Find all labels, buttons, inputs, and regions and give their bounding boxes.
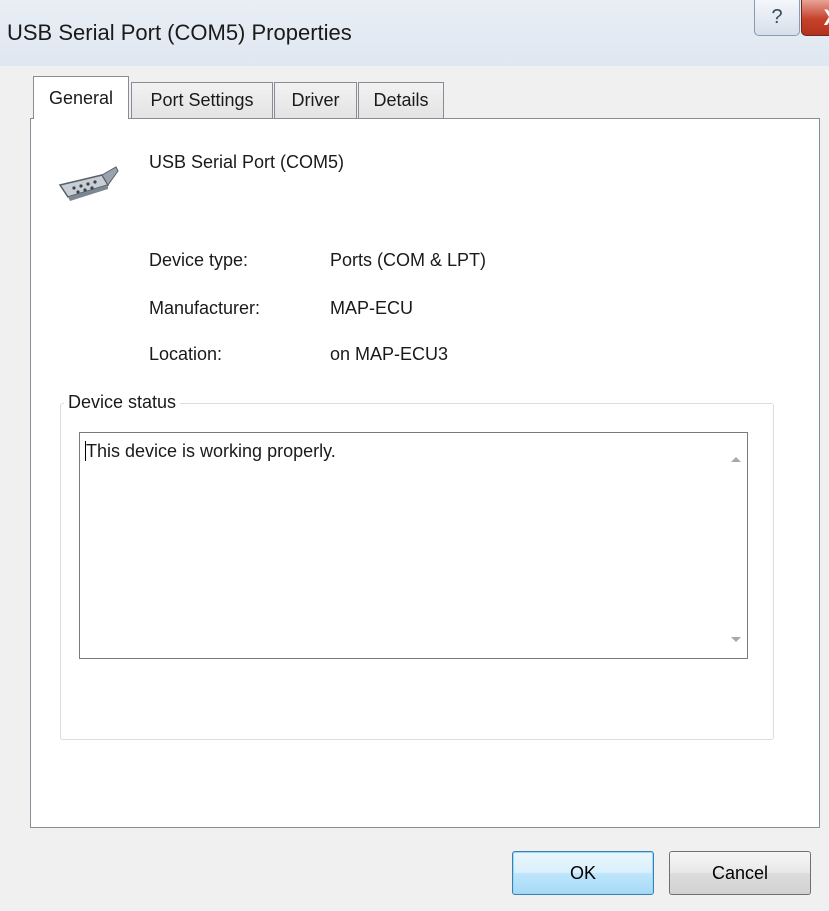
location-value: on MAP-ECU3 <box>330 344 449 364</box>
device-status-legend: Device status <box>64 392 181 413</box>
ok-button[interactable]: OK <box>512 851 654 895</box>
serial-port-connector-icon <box>56 163 120 208</box>
close-button[interactable]: X <box>801 0 829 36</box>
manufacturer-value: MAP-ECU <box>330 298 414 318</box>
tab-port-settings[interactable]: Port Settings <box>131 82 273 118</box>
tab-driver[interactable]: Driver <box>274 82 357 118</box>
help-icon: ? <box>771 6 783 28</box>
tab-details[interactable]: Details <box>358 82 444 118</box>
tab-general[interactable]: General <box>33 76 129 119</box>
close-icon: X <box>824 5 829 31</box>
cancel-button[interactable]: Cancel <box>669 851 811 895</box>
title-bar: USB Serial Port (COM5) Properties ? X <box>0 0 829 66</box>
device-type-value: Ports (COM & LPT) <box>330 250 487 270</box>
device-status-textbox[interactable]: This device is working properly. <box>79 432 748 659</box>
window-title: USB Serial Port (COM5) Properties <box>7 20 352 45</box>
location-label: Location: <box>149 344 223 364</box>
tab-label: General <box>48 87 114 108</box>
device-status-text: This device is working properly. <box>86 441 336 461</box>
tab-label: Port Settings <box>150 90 254 110</box>
manufacturer-label: Manufacturer: <box>149 298 261 318</box>
scroll-down-arrow-icon[interactable] <box>728 631 744 647</box>
help-button[interactable]: ? <box>754 0 800 36</box>
tab-label: Driver <box>291 90 340 110</box>
tab-label: Details <box>373 90 429 110</box>
device-name: USB Serial Port (COM5) <box>149 152 345 172</box>
scroll-up-arrow-icon[interactable] <box>728 451 744 467</box>
device-type-label: Device type: <box>149 250 249 270</box>
